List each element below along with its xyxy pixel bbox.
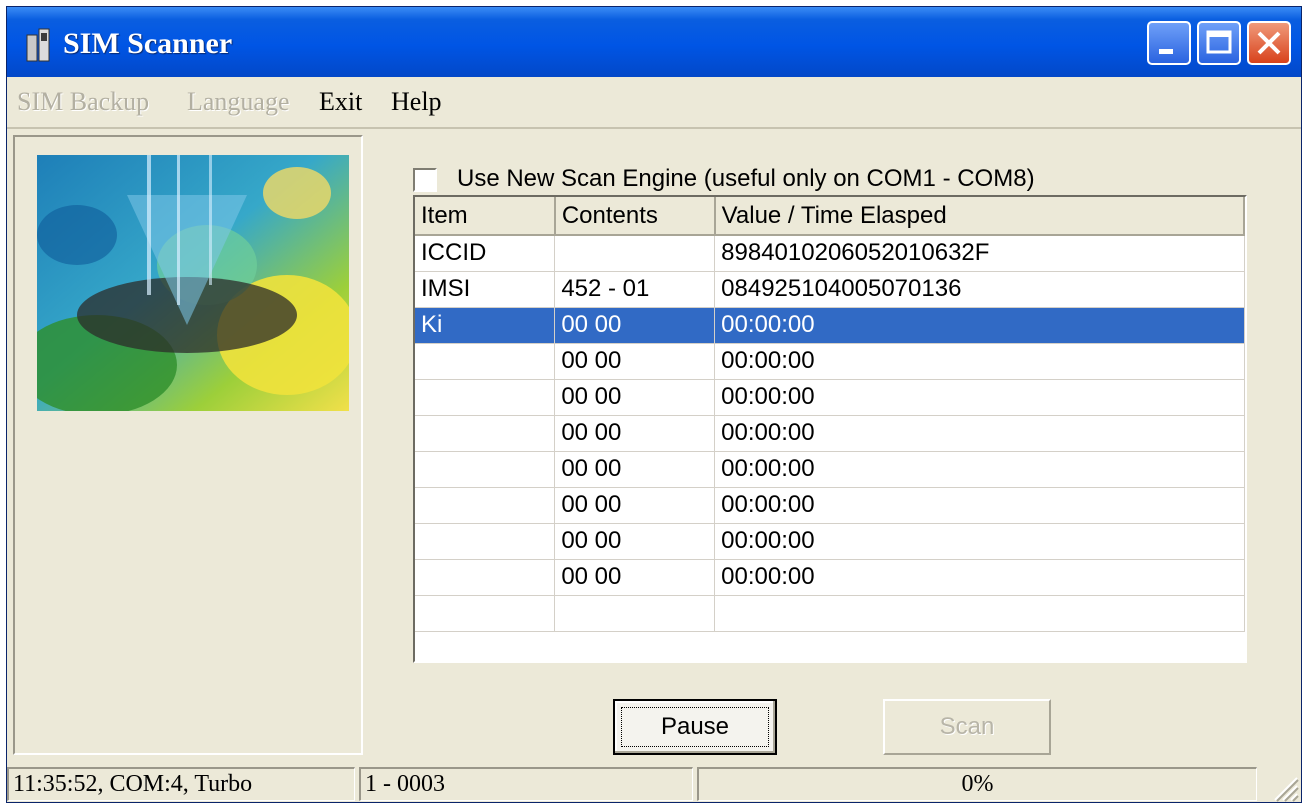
pause-button[interactable]: Pause xyxy=(613,699,777,755)
cell-value: 084925104005070136 xyxy=(714,271,1245,308)
table-row[interactable]: 00 00 00:00:00 xyxy=(415,487,1245,524)
cell-contents: 00 00 xyxy=(554,451,716,488)
minimize-button[interactable] xyxy=(1147,21,1191,65)
close-button[interactable] xyxy=(1247,21,1291,65)
cell-value: 00:00:00 xyxy=(714,451,1245,488)
table-header: Item Contents Value / Time Elasped xyxy=(415,197,1245,236)
cell-item xyxy=(415,523,556,560)
menu-sim-backup[interactable]: SIM Backup xyxy=(17,87,149,117)
cell-item xyxy=(415,559,556,596)
menu-help[interactable]: Help xyxy=(391,87,442,117)
cell-contents: 00 00 xyxy=(554,307,716,344)
cell-item xyxy=(415,595,556,632)
table-row[interactable]: 00 00 00:00:00 xyxy=(415,559,1245,596)
minimize-icon xyxy=(1159,49,1173,54)
cell-value: 00:00:00 xyxy=(714,487,1245,524)
close-icon xyxy=(1257,31,1281,55)
table-row[interactable]: 00 00 00:00:00 xyxy=(415,343,1245,380)
maximize-icon xyxy=(1206,30,1232,54)
menu-bar: SIM Backup Language Exit Help xyxy=(7,77,1301,129)
cell-item xyxy=(415,415,556,452)
table-row[interactable]: IMSI 452 - 01 084925104005070136 xyxy=(415,271,1245,308)
status-time-port: 11:35:52, COM:4, Turbo xyxy=(7,767,355,801)
focus-rect xyxy=(621,707,769,747)
scan-button[interactable]: Scan xyxy=(883,699,1051,755)
cell-contents xyxy=(554,235,716,272)
table-row[interactable]: 00 00 00:00:00 xyxy=(415,379,1245,416)
cell-value: 8984010206052010632F xyxy=(714,235,1245,272)
scan-button-label: Scan xyxy=(939,713,995,740)
window-title: SIM Scanner xyxy=(63,27,233,60)
menu-language[interactable]: Language xyxy=(187,87,290,117)
cell-contents: 452 - 01 xyxy=(554,271,716,308)
cell-contents: 00 00 xyxy=(554,523,716,560)
table-row[interactable]: 00 00 00:00:00 xyxy=(415,451,1245,488)
image-panel xyxy=(13,135,363,755)
maximize-button[interactable] xyxy=(1197,21,1241,65)
new-scan-engine-label: Use New Scan Engine (useful only on COM1… xyxy=(457,165,1035,192)
status-range: 1 - 0003 xyxy=(359,767,693,801)
cell-item: ICCID xyxy=(415,235,556,272)
new-scan-engine-checkbox[interactable] xyxy=(413,168,437,192)
cell-item xyxy=(415,379,556,416)
size-grip-icon[interactable] xyxy=(1269,772,1299,802)
cell-contents: 00 00 xyxy=(554,559,716,596)
column-header-value[interactable]: Value / Time Elasped xyxy=(714,197,1245,236)
cell-item xyxy=(415,451,556,488)
cell-contents: 00 00 xyxy=(554,379,716,416)
cell-contents: 00 00 xyxy=(554,343,716,380)
cell-value: 00:00:00 xyxy=(714,307,1245,344)
menu-exit[interactable]: Exit xyxy=(319,87,362,117)
cell-contents xyxy=(554,595,716,632)
cell-value: 00:00:00 xyxy=(714,559,1245,596)
cell-value: 00:00:00 xyxy=(714,343,1245,380)
table-row[interactable]: ICCID 8984010206052010632F xyxy=(415,235,1245,272)
sim-card-image xyxy=(37,155,349,411)
cell-value: 00:00:00 xyxy=(714,379,1245,416)
cell-item xyxy=(415,343,556,380)
app-window: SIM Scanner SIM Backup Language Exit Hel… xyxy=(6,6,1302,803)
cell-item: IMSI xyxy=(415,271,556,308)
column-header-contents[interactable]: Contents xyxy=(554,197,716,236)
cell-contents: 00 00 xyxy=(554,415,716,452)
cell-item: Ki xyxy=(415,307,556,344)
table-row-selected[interactable]: Ki 00 00 00:00:00 xyxy=(415,307,1245,344)
cell-item xyxy=(415,487,556,524)
app-icon xyxy=(26,28,50,62)
cell-contents: 00 00 xyxy=(554,487,716,524)
cell-value: 00:00:00 xyxy=(714,523,1245,560)
column-header-item[interactable]: Item xyxy=(415,197,556,236)
scan-results-table[interactable]: Item Contents Value / Time Elasped ICCID… xyxy=(413,195,1247,663)
table-row[interactable]: 00 00 00:00:00 xyxy=(415,523,1245,560)
cell-value: 00:00:00 xyxy=(714,415,1245,452)
title-bar[interactable]: SIM Scanner xyxy=(7,7,1301,77)
status-bar: 11:35:52, COM:4, Turbo 1 - 0003 0% xyxy=(7,767,1301,802)
table-row[interactable] xyxy=(415,595,1245,632)
status-progress: 0% xyxy=(697,767,1257,801)
cell-value xyxy=(714,595,1245,632)
table-row[interactable]: 00 00 00:00:00 xyxy=(415,415,1245,452)
